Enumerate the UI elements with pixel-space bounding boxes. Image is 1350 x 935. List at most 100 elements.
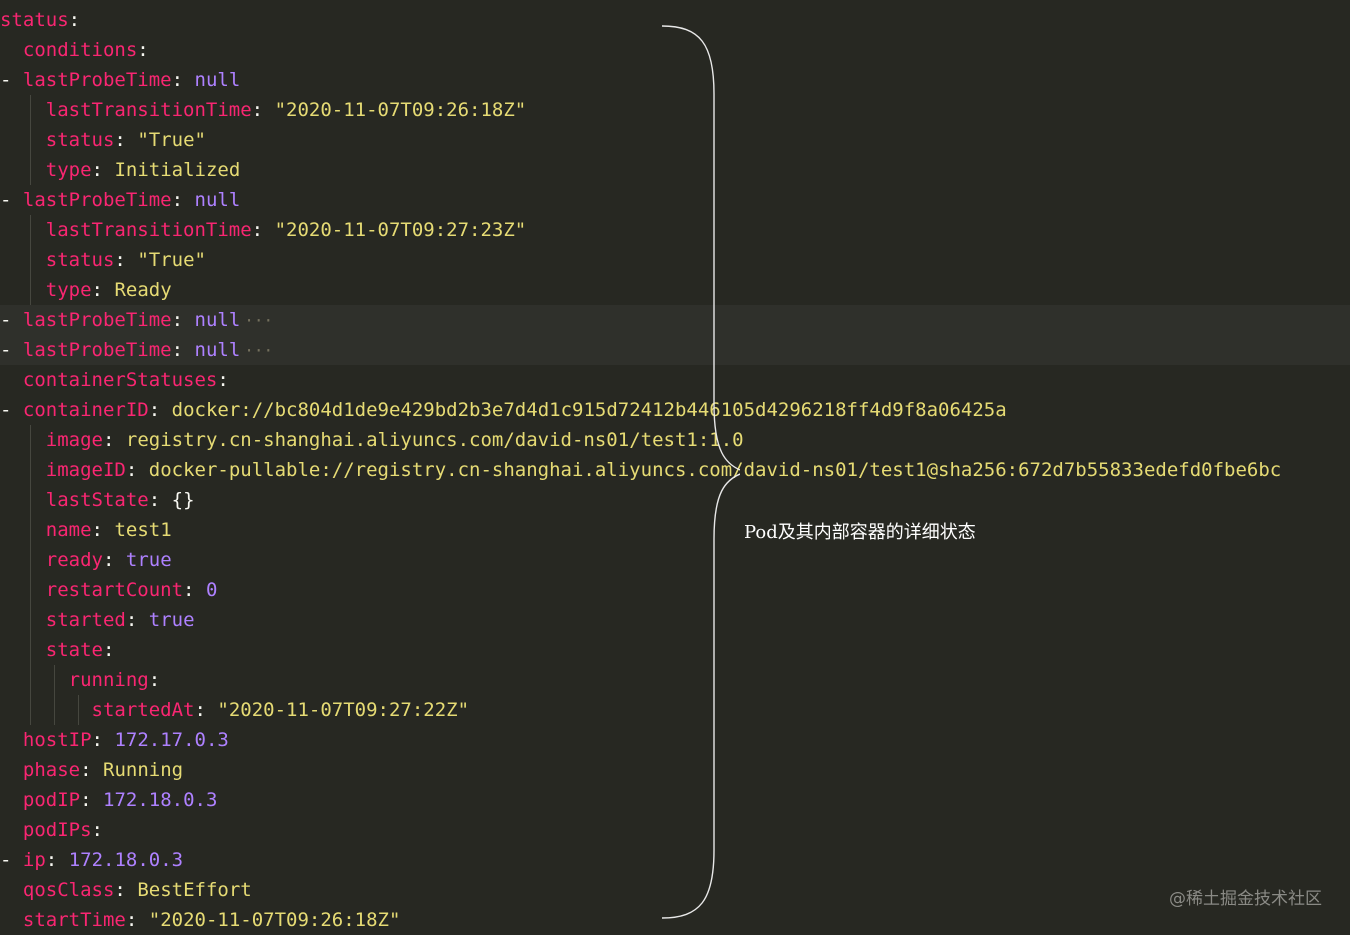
- yaml-key: state: [45, 639, 103, 661]
- colon: :: [171, 339, 184, 361]
- yaml-key: started: [45, 609, 126, 631]
- yaml-value: 0: [205, 579, 218, 601]
- colon: :: [45, 849, 58, 871]
- yaml-key: lastTransitionTime: [45, 219, 252, 241]
- colon: :: [217, 369, 229, 391]
- colon: :: [91, 279, 103, 301]
- yaml-key: lastProbeTime: [22, 189, 172, 211]
- colon: :: [91, 729, 103, 751]
- indent-guide: [30, 425, 31, 725]
- list-dash: -: [0, 69, 23, 91]
- colon: :: [114, 249, 126, 271]
- colon: :: [251, 99, 264, 121]
- yaml-value: docker://bc804d1de9e429bd2b3e7d4d1c915d7…: [171, 399, 1007, 421]
- colon: :: [183, 579, 195, 601]
- yaml-value: 172.18.0.3: [68, 849, 184, 871]
- list-dash: -: [0, 309, 23, 331]
- list-dash: -: [0, 339, 23, 361]
- yaml-key: hostIP: [22, 729, 92, 751]
- yaml-value: "2020-11-07T09:26:18Z": [148, 909, 401, 931]
- curly-brace-annotation-icon: [661, 25, 740, 919]
- yaml-value: "2020-11-07T09:27:22Z": [217, 699, 470, 721]
- colon: :: [114, 129, 126, 151]
- yaml-key: imageID: [45, 459, 126, 481]
- yaml-key: lastState: [45, 489, 149, 511]
- annotation-label: Pod及其内部容器的详细状态: [744, 522, 976, 543]
- list-dash: -: [0, 399, 23, 421]
- yaml-key: type: [45, 279, 92, 301]
- colon: :: [102, 549, 115, 571]
- colon: :: [114, 879, 126, 901]
- yaml-key: name: [45, 519, 92, 541]
- yaml-value: "2020-11-07T09:27:23Z": [274, 219, 527, 241]
- yaml-key: ip: [22, 849, 46, 871]
- yaml-value: Running: [103, 759, 184, 781]
- yaml-key: podIPs: [22, 819, 92, 841]
- colon: :: [171, 189, 184, 211]
- fold-ellipsis-icon[interactable]: ···: [244, 341, 273, 360]
- list-dash: -: [0, 189, 23, 211]
- indent-guide: [30, 95, 31, 185]
- colon: :: [171, 69, 184, 91]
- yaml-key: type: [45, 159, 92, 181]
- yaml-key: status: [45, 249, 115, 271]
- yaml-key: conditions: [22, 39, 138, 61]
- yaml-key: ready: [45, 549, 103, 571]
- yaml-value: true: [148, 609, 195, 631]
- yaml-key: status: [45, 129, 115, 151]
- colon: :: [125, 909, 138, 931]
- yaml-value: null: [194, 69, 241, 91]
- colon: :: [171, 309, 184, 331]
- yaml-value: "True": [137, 249, 206, 271]
- yaml-value: "2020-11-07T09:26:18Z": [274, 99, 527, 121]
- colon: :: [148, 669, 161, 691]
- yaml-value: 172.17.0.3: [114, 729, 229, 751]
- colon: :: [194, 699, 206, 721]
- colon: :: [125, 609, 138, 631]
- yaml-value: "True": [137, 129, 206, 151]
- yaml-key: startTime: [22, 909, 126, 931]
- yaml-key: startedAt: [91, 699, 195, 721]
- watermark: @稀土掘金技术社区: [1169, 889, 1322, 909]
- yaml-key: lastProbeTime: [22, 339, 172, 361]
- yaml-key: lastProbeTime: [22, 69, 172, 91]
- colon: :: [68, 9, 81, 31]
- yaml-key: lastProbeTime: [22, 309, 172, 331]
- colon: :: [91, 819, 103, 841]
- yaml-value: null: [194, 339, 241, 361]
- yaml-key: containerID: [22, 399, 149, 421]
- yaml-key: restartCount: [45, 579, 184, 601]
- yaml-key: image: [45, 429, 103, 451]
- yaml-key: lastTransitionTime: [45, 99, 252, 121]
- yaml-value: test1: [114, 519, 172, 541]
- yaml-value: BestEffort: [137, 879, 252, 901]
- yaml-value: null: [194, 309, 241, 331]
- yaml-key: qosClass: [22, 879, 115, 901]
- fold-ellipsis-icon[interactable]: ···: [244, 311, 273, 330]
- colon: :: [148, 489, 161, 511]
- yaml-key: podIP: [22, 789, 81, 811]
- yaml-value: {}: [171, 489, 195, 511]
- colon: :: [80, 759, 92, 781]
- indent-guide: [54, 665, 55, 725]
